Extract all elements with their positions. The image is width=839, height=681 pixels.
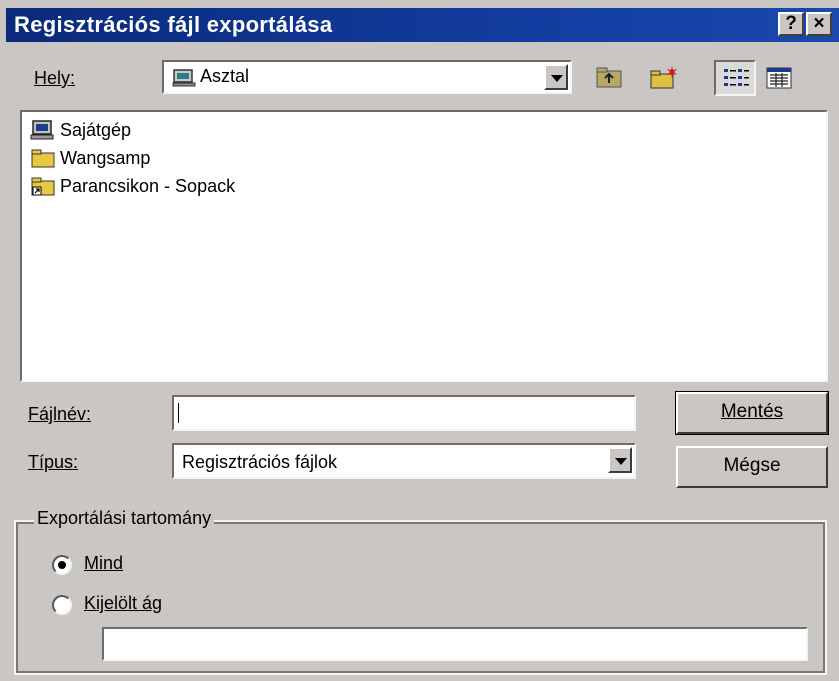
radio-all[interactable] [52,555,72,575]
branch-path-input[interactable] [102,627,808,661]
filename-input[interactable] [172,395,636,431]
filename-label: Fájlnév: [28,404,92,424]
text-cursor [178,403,179,423]
window-title: Regisztrációs fájl exportálása [14,12,333,37]
list-view-icon [724,69,749,86]
filetype-value: Regisztrációs fájlok [182,452,338,472]
file-list[interactable]: Sajátgép Wangsamp Parancsikon - Sopack [20,110,828,382]
cancel-button[interactable]: Mégse [676,446,828,488]
chevron-down-icon [615,458,627,465]
computer-icon [30,120,54,140]
details-view-icon [766,67,792,89]
radio-selected-branch[interactable] [52,595,72,615]
title-bar[interactable]: Regisztrációs fájl exportálása ? × [6,8,839,42]
list-item[interactable]: Parancsikon - Sopack [30,173,235,199]
up-one-level-button[interactable] [590,62,626,94]
folder-shortcut-icon [31,177,55,196]
filetype-label: Típus: [28,452,79,472]
list-view-button[interactable] [714,60,756,96]
radio-selected-branch-label[interactable]: Kijelölt ág [84,593,162,614]
location-label: Hely: [34,68,76,88]
list-item[interactable]: Wangsamp [30,145,150,171]
export-registry-dialog: Regisztrációs fájl exportálása ? × Hely:… [0,0,839,681]
folder-up-icon [596,67,622,88]
new-folder-button[interactable] [645,62,681,94]
list-item[interactable]: Sajátgép [30,117,131,143]
location-value: Asztal [200,66,250,86]
filetype-dropdown[interactable]: Regisztrációs fájlok [172,443,636,479]
file-name: Wangsamp [60,147,151,168]
radio-selected-dot [58,561,66,569]
help-button[interactable]: ? [778,12,804,36]
save-button[interactable]: Mentés [675,391,829,435]
new-folder-icon [650,66,677,89]
file-name: Sajátgép [60,119,132,140]
details-view-button[interactable] [758,62,798,94]
radio-all-label[interactable]: Mind [84,553,123,574]
folder-icon [31,149,55,168]
close-button[interactable]: × [806,12,832,36]
desktop-icon [172,66,196,93]
chevron-down-icon [551,75,563,82]
export-range-title: Exportálási tartomány [34,508,215,529]
location-dropdown-button[interactable] [544,64,568,90]
location-dropdown[interactable]: Asztal [162,60,572,94]
filetype-dropdown-button[interactable] [608,447,632,473]
file-name: Parancsikon - Sopack [60,175,236,196]
